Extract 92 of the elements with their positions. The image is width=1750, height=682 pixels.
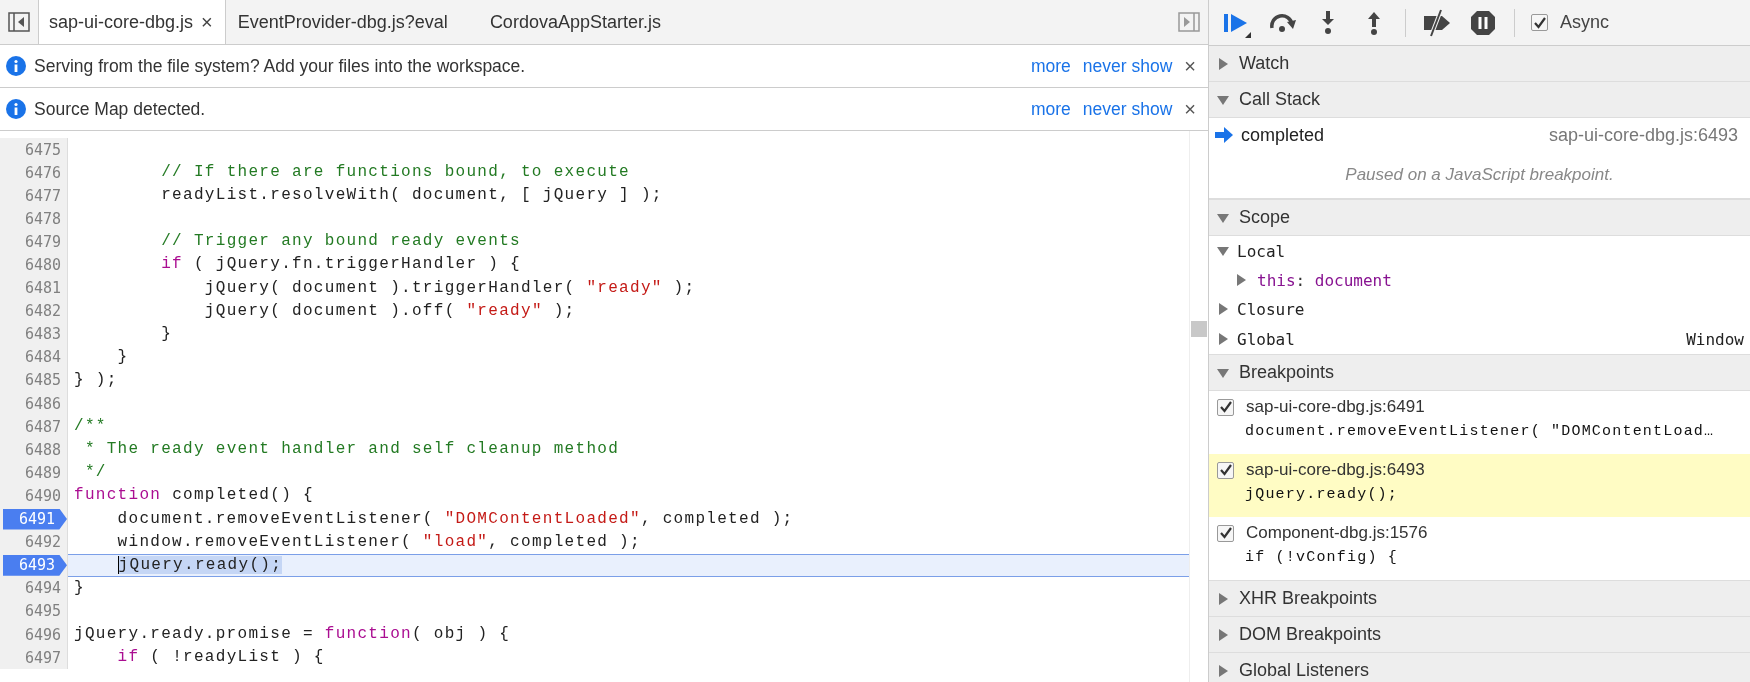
section-header[interactable]: Watch (1209, 46, 1750, 82)
checkbox[interactable] (1531, 14, 1548, 31)
close-button[interactable]: × (1184, 54, 1196, 78)
link[interactable]: more (1030, 55, 1071, 77)
breakpoint-item[interactable]: Component-dbg.js:1576 if (!vConfig) { (1209, 517, 1750, 580)
code-line: jQuery( document ).off( "ready" ); (203, 300, 577, 322)
link[interactable]: never show (1082, 98, 1173, 120)
code-snippet: jQuery.ready(); (1245, 486, 1400, 503)
expand-arrow-icon[interactable] (1217, 303, 1229, 315)
line-number: 6494 (24, 579, 62, 598)
line-number: 6485 (24, 371, 62, 390)
checkbox-label[interactable]: Async (1560, 12, 1610, 33)
line-number: 6492 (24, 533, 62, 552)
code-line: } ); (73, 369, 119, 391)
code-line: window.removeEventListener( "load", completed ); (116, 531, 642, 553)
scope-value: Window (1686, 329, 1744, 349)
breakpoint-marker[interactable]: 6493 (3, 554, 67, 576)
line-number: 6489 (24, 463, 62, 482)
banner-message: Serving from the file system? Add your files into the workspace. (34, 55, 526, 77)
breakpoint-item[interactable]: sap-ui-core-dbg.js:6493 jQuery.ready(); (1209, 454, 1750, 517)
function-name[interactable]: completed (1241, 124, 1325, 146)
code-snippet: document.removeEventListener( "DOMContentLoad… (1245, 423, 1716, 440)
breakpoint-item[interactable]: sap-ui-core-dbg.js:6491 document.removeEventListener( "DOMContentLoad… (1209, 391, 1750, 454)
code-snippet: if (!vConfig) { (1245, 549, 1400, 566)
code-line: readyList.resolveWith( document, [ jQuery ] ); (160, 185, 664, 207)
sidebar-toggle-icon[interactable] (8, 12, 30, 32)
file-location: sap-ui-core-dbg.js:6491 (1246, 397, 1425, 417)
line-number: 6495 (24, 602, 62, 621)
scope-name[interactable]: Global (1237, 329, 1295, 349)
scope-name[interactable]: Closure (1237, 299, 1305, 319)
code-line: jQuery.ready.promise = function( obj ) { (73, 623, 512, 645)
tab[interactable]: sap-ui-core-dbg.js × (38, 0, 226, 44)
checkbox[interactable] (1217, 461, 1234, 479)
code-line: if ( jQuery.fn.triggerHandler ) { (160, 254, 522, 276)
section-header[interactable]: Global Listeners (1209, 653, 1750, 682)
code-line: } (116, 346, 130, 368)
code-line: document.removeEventListener( "DOMContentLoaded", completed ); (116, 508, 795, 530)
line-number: 6484 (24, 348, 62, 367)
code-line: } (73, 577, 86, 599)
close-button[interactable]: × (1184, 97, 1196, 121)
file-location: sap-ui-core-dbg.js:6493 (1246, 460, 1425, 480)
line-number: 6490 (24, 486, 62, 505)
scope-name[interactable]: Local (1237, 241, 1286, 261)
banner-message: Source Map detected. (34, 98, 206, 120)
line-number: 6475 (24, 140, 62, 159)
code-line: // If there are functions bound, to execute (160, 162, 631, 184)
line-number: 6487 (24, 417, 62, 436)
section-header[interactable]: XHR Breakpoints (1209, 581, 1750, 617)
code-line: */ (83, 462, 108, 484)
slashed-tag-icon[interactable] (1422, 7, 1452, 38)
line-number: 6496 (24, 625, 62, 644)
line-number: 6488 (24, 440, 62, 459)
code-line: // Trigger any bound ready events (160, 231, 522, 253)
section-header[interactable]: DOM Breakpoints (1209, 617, 1750, 653)
code-line: jQuery( document ).triggerHandler( "ready" ); (203, 277, 697, 299)
sidebar-toggle-icon[interactable] (1178, 12, 1200, 32)
file-location[interactable]: sap-ui-core-dbg.js:6493 (1548, 124, 1738, 146)
link[interactable]: more (1030, 98, 1071, 120)
line-number: 6480 (24, 256, 62, 274)
file-location: Component-dbg.js:1576 (1246, 523, 1428, 543)
checkbox[interactable] (1217, 398, 1234, 416)
code-line: } (160, 323, 174, 345)
line-number: 6478 (24, 209, 62, 228)
line-number: 6476 (24, 163, 62, 182)
link[interactable]: never show (1082, 55, 1173, 77)
tab[interactable]: CordovaAppStarter.js (477, 0, 691, 44)
expand-arrow-icon[interactable] (1235, 274, 1247, 286)
line-number: 6486 (24, 394, 62, 413)
close-button[interactable]: × (201, 10, 213, 34)
code-line: if ( !readyList ) { (116, 647, 326, 669)
section-header[interactable]: Call Stack (1209, 82, 1750, 118)
code-line: /** (73, 416, 108, 438)
code-line: function completed() { (73, 485, 315, 507)
section-header[interactable]: Scope (1209, 200, 1750, 236)
checkbox[interactable] (1217, 524, 1234, 542)
status-message: Paused on a JavaScript breakpoint. (1209, 152, 1750, 199)
info-icon (6, 99, 26, 119)
breakpoint-marker[interactable]: 6491 (3, 508, 67, 530)
expand-arrow-icon[interactable] (1217, 245, 1229, 257)
line-number: 6477 (24, 186, 62, 205)
scrollbar-thumb[interactable] (1191, 321, 1207, 337)
expand-arrow-icon[interactable] (1217, 333, 1229, 345)
tab[interactable]: EventProvider-dbg.js?eval (225, 0, 478, 44)
line-number: 6479 (24, 232, 62, 251)
info-icon (6, 56, 26, 76)
section-header[interactable]: Breakpoints (1209, 355, 1750, 391)
line-number: 6482 (24, 302, 62, 321)
scope-property[interactable]: this: document (1257, 270, 1392, 290)
line-number: 6481 (24, 279, 62, 298)
code-line: * The ready event handler and self cleanup method (83, 439, 621, 461)
line-number: 6497 (24, 648, 62, 667)
line-number: 6483 (24, 325, 62, 344)
